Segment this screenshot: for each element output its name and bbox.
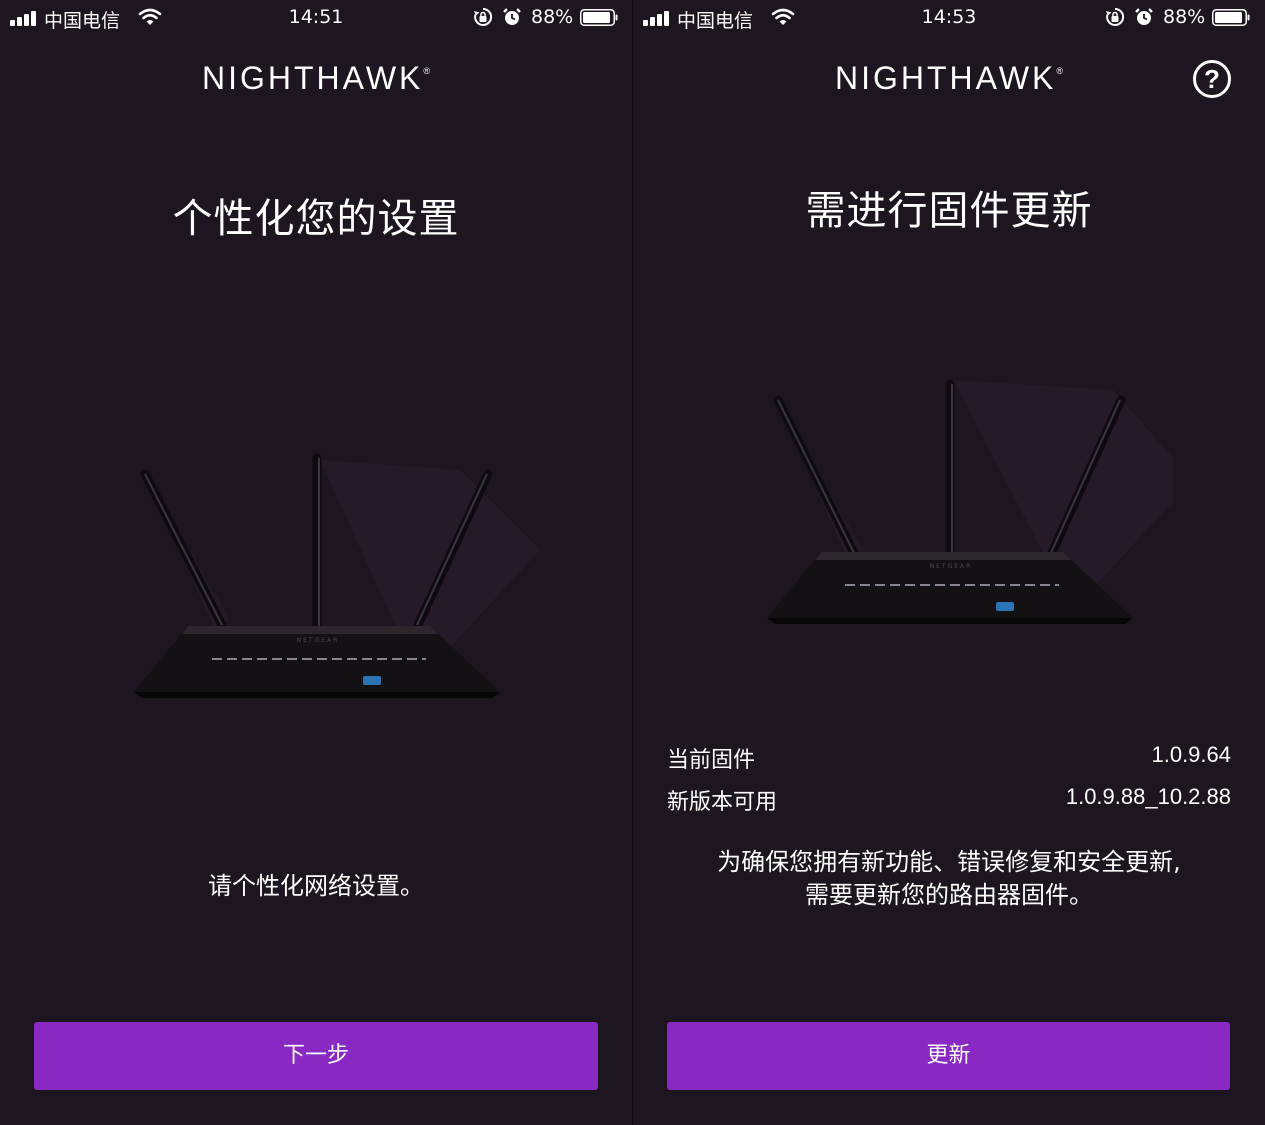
battery-icon [580,9,618,26]
router-image: NETGEAR [134,453,540,698]
update-explanation-line1: 为确保您拥有新功能、错误修复和安全更新, [717,848,1181,876]
svg-text:NETGEAR: NETGEAR [297,637,340,644]
page-title: 个性化您的设置 [172,196,460,242]
update-button[interactable]: 更新 [667,1022,1230,1090]
page-title: 需进行固件更新 [805,188,1093,234]
current-firmware-value: 1.0.9.64 [1151,742,1231,767]
alarm-icon [1135,8,1153,25]
next-button[interactable]: 下一步 [34,1022,598,1090]
battery-icon [1212,9,1250,26]
orientation-lock-icon [1106,7,1125,26]
nighthawk-logo: NIGHTHAWK® [202,60,430,96]
status-bar: 中国电信 14:53 88% [633,0,1265,36]
update-explanation: 为确保您拥有新功能、错误修复和安全更新, 需要更新您的路由器固件。 [657,846,1241,912]
alarm-icon [503,8,521,25]
battery-percent: 88% [531,6,574,28]
orientation-lock-icon [474,7,493,26]
svg-text:NETGEAR: NETGEAR [930,563,973,570]
status-bar: 中国电信 14:51 88% [0,0,632,36]
current-firmware-label: 当前固件 [667,748,756,773]
screen-firmware-update: 中国电信 14:53 88% NIGHTHAWK® ? 需进行固件更新 NETG… [633,0,1265,1125]
new-version-value: 1.0.9.88_10.2.88 [1065,784,1231,809]
new-version-label: 新版本可用 [667,790,778,815]
instruction-text: 请个性化网络设置。 [208,872,424,900]
router-image: NETGEAR [767,379,1173,624]
battery-percent: 88% [1163,6,1206,28]
screen-personalize: 中国电信 14:51 88% NIGHTHAWK® 个性化您的设置 NETGEA… [0,0,632,1125]
help-icon[interactable]: ? [1193,60,1231,98]
update-explanation-line2: 需要更新您的路由器固件。 [805,881,1093,909]
nighthawk-logo: NIGHTHAWK® [835,60,1063,96]
